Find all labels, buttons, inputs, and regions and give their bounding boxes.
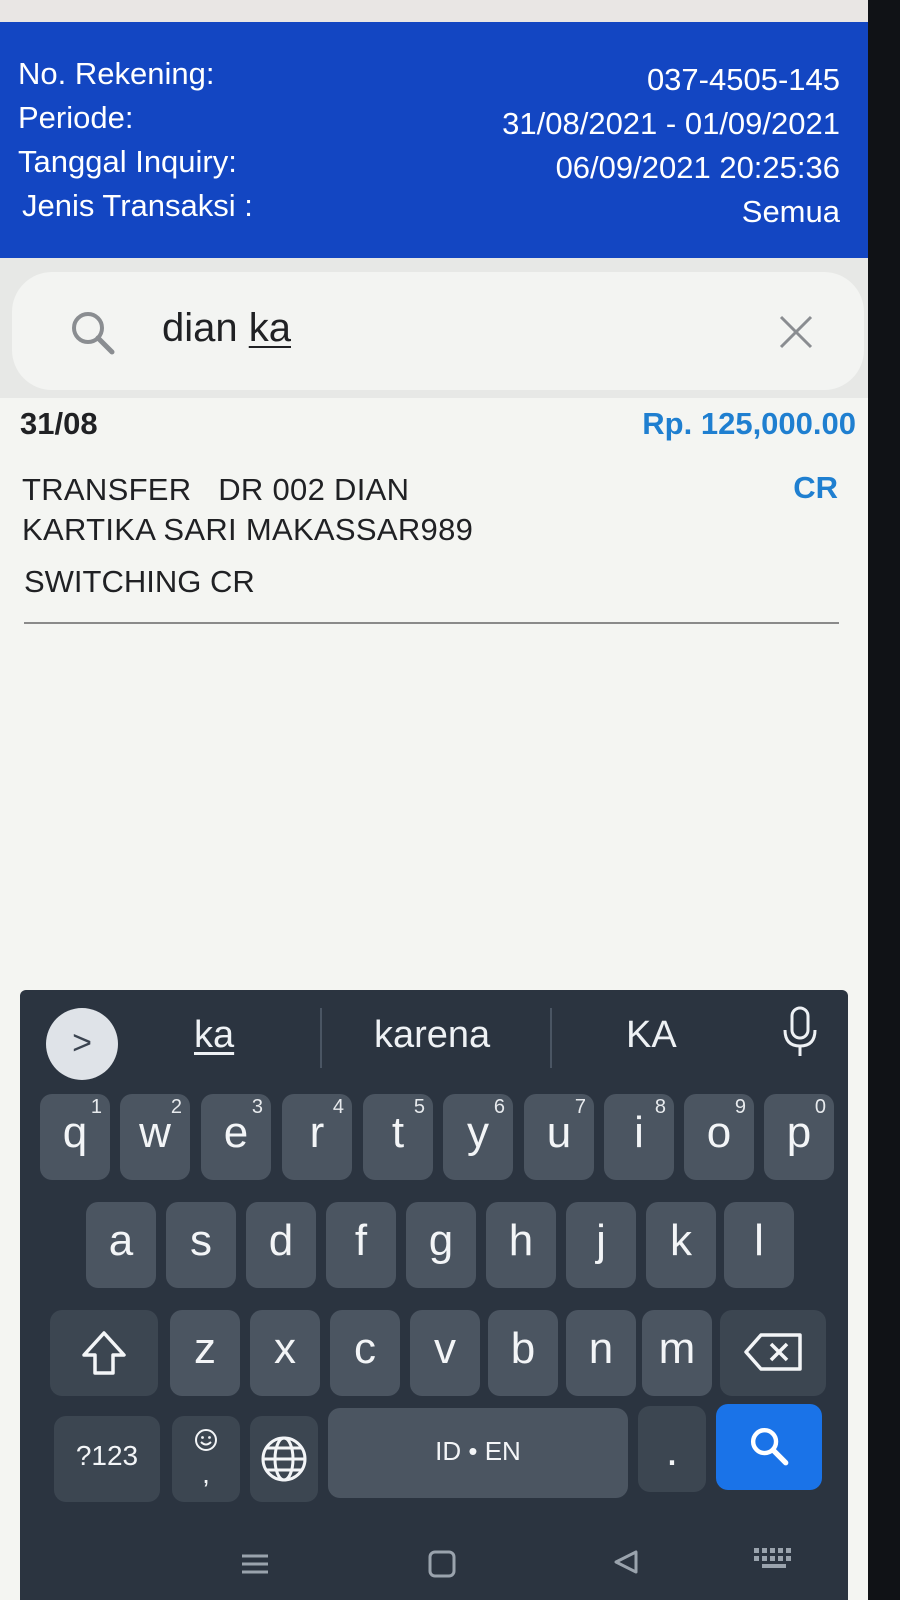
key-l[interactable]: l	[724, 1202, 794, 1288]
account-number-value: 037-4505-145	[646, 62, 840, 97]
search-zone: dian ka	[0, 258, 868, 398]
soft-keyboard: > ka karena KA q1 w2 e3 r4 t5 y6 u7 i8 o…	[20, 990, 848, 1600]
back-icon	[614, 1550, 638, 1574]
account-number-label: No. Rekening:	[18, 56, 215, 91]
account-number-row: No. Rekening: 037-4505-145	[18, 56, 840, 97]
transaction-type-value: Semua	[741, 194, 840, 229]
key-e[interactable]: e3	[201, 1094, 271, 1180]
period-value: 31/08/2021 - 01/09/2021	[502, 106, 840, 141]
emoji-key[interactable]: ,	[172, 1416, 240, 1502]
account-info-header: No. Rekening: 037-4505-145 Periode: 31/0…	[0, 22, 868, 258]
search-input[interactable]: dian ka	[12, 272, 864, 390]
period-row: Periode: 31/08/2021 - 01/09/2021	[18, 100, 840, 141]
transaction-amount: Rp. 125,000.00	[642, 406, 856, 441]
divider	[24, 622, 839, 624]
transaction-description-line2: KARTIKA SARI MAKASSAR989	[22, 512, 474, 547]
shift-icon	[82, 1331, 126, 1375]
transaction-channel: SWITCHING CR	[24, 564, 255, 599]
inquiry-date-row: Tanggal Inquiry: 06/09/2021 20:25:36	[18, 144, 840, 185]
language-key[interactable]	[250, 1416, 318, 1502]
suggestion-expand-button[interactable]: >	[46, 1008, 118, 1080]
search-query[interactable]: dian ka	[162, 306, 291, 351]
top-strip	[0, 0, 880, 24]
search-icon	[72, 312, 115, 355]
transaction-list-item[interactable]: 31/08 Rp. 125,000.00 TRANSFER DR 002 DIA…	[0, 398, 868, 628]
suggestion-1[interactable]: ka	[194, 1014, 234, 1057]
key-c[interactable]: c	[330, 1310, 400, 1396]
key-x[interactable]: x	[250, 1310, 320, 1396]
key-f[interactable]: f	[326, 1202, 396, 1288]
inquiry-date-label: Tanggal Inquiry:	[18, 144, 237, 179]
key-m[interactable]: m	[642, 1310, 712, 1396]
home-icon	[428, 1550, 456, 1578]
key-k[interactable]: k	[646, 1202, 716, 1288]
transaction-description: TRANSFER DR 002 DIAN KARTIKA SARI MAKASS…	[22, 470, 662, 550]
navigation-bar	[242, 1548, 791, 1578]
key-z[interactable]: z	[170, 1310, 240, 1396]
transaction-description-line1: TRANSFER DR 002 DIAN	[22, 472, 410, 507]
key-o[interactable]: o9	[684, 1094, 754, 1180]
search-query-composing: ka	[248, 306, 291, 350]
inquiry-date-value: 06/09/2021 20:25:36	[555, 150, 840, 185]
key-s[interactable]: s	[166, 1202, 236, 1288]
keyboard-hide-icon	[754, 1548, 791, 1568]
transaction-type-label: Jenis Transaksi :	[22, 188, 253, 223]
microphone-icon[interactable]	[780, 1006, 820, 1060]
app-screen: No. Rekening: 037-4505-145 Periode: 31/0…	[0, 0, 880, 1600]
suggestion-separator	[550, 1008, 552, 1068]
key-v[interactable]: v	[410, 1310, 480, 1396]
transaction-type-row: Jenis Transaksi : Semua	[18, 188, 840, 229]
transaction-date: 31/08	[20, 406, 98, 441]
shift-key[interactable]	[50, 1310, 158, 1396]
symbols-key[interactable]: ?123	[54, 1416, 160, 1502]
key-d[interactable]: d	[246, 1202, 316, 1288]
key-a[interactable]: a	[86, 1202, 156, 1288]
key-q[interactable]: q1	[40, 1094, 110, 1180]
key-t[interactable]: t5	[363, 1094, 433, 1180]
key-i[interactable]: i8	[604, 1094, 674, 1180]
key-p[interactable]: p0	[764, 1094, 834, 1180]
key-g[interactable]: g	[406, 1202, 476, 1288]
suggestion-2[interactable]: karena	[374, 1014, 490, 1057]
clear-icon[interactable]	[778, 314, 814, 350]
backspace-key[interactable]	[720, 1310, 826, 1396]
recents-icon	[242, 1554, 268, 1574]
key-j[interactable]: j	[566, 1202, 636, 1288]
transaction-type-badge: CR	[793, 470, 838, 505]
key-b[interactable]: b	[488, 1310, 558, 1396]
device-bezel	[868, 0, 900, 1600]
space-bar[interactable]: ID • EN	[328, 1408, 628, 1498]
search-key[interactable]	[716, 1404, 822, 1490]
emoji-icon	[195, 1429, 217, 1451]
period-label: Periode:	[18, 100, 134, 135]
key-n[interactable]: n	[566, 1310, 636, 1396]
key-y[interactable]: y6	[443, 1094, 513, 1180]
period-key[interactable]: .	[638, 1406, 706, 1492]
search-query-prefix: dian	[162, 306, 249, 350]
backspace-icon	[744, 1333, 802, 1371]
key-r[interactable]: r4	[282, 1094, 352, 1180]
suggestion-bar: > ka karena KA	[20, 990, 848, 1090]
key-w[interactable]: w2	[120, 1094, 190, 1180]
globe-icon	[261, 1436, 307, 1482]
suggestion-separator	[320, 1008, 322, 1068]
key-h[interactable]: h	[486, 1202, 556, 1288]
search-icon	[750, 1427, 789, 1466]
key-u[interactable]: u7	[524, 1094, 594, 1180]
suggestion-3[interactable]: KA	[626, 1014, 677, 1057]
